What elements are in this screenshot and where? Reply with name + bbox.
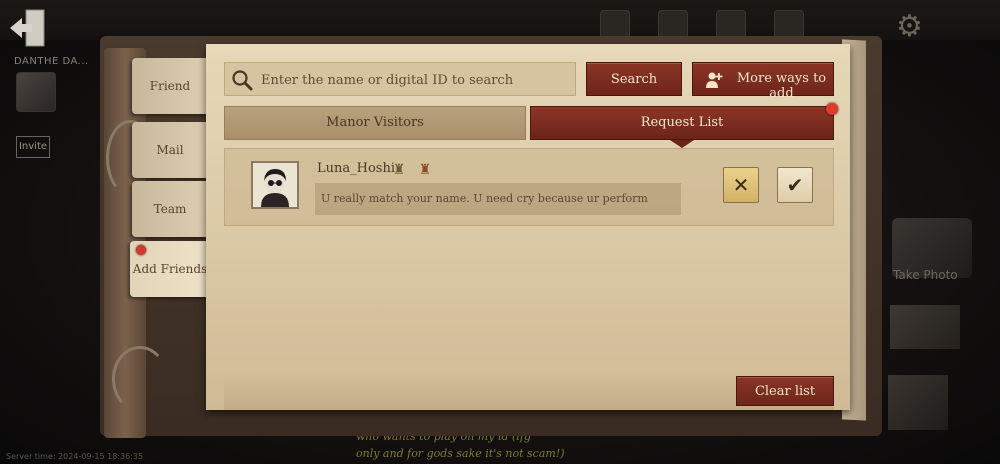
rope-decoration <box>112 346 168 412</box>
friend-request-row: Luna_Hoshi ♜ ♜ U really match your name.… <box>224 148 834 226</box>
side-tab-add-friends[interactable]: Add Friends <box>130 241 210 297</box>
reject-button[interactable]: ✕ <box>723 167 759 203</box>
avatar-portrait <box>253 163 297 207</box>
add-user-icon <box>706 72 723 88</box>
add-friends-panel: Search More ways to add Manor Visitors R… <box>206 44 850 410</box>
rank-badge-icon: ♜ <box>392 162 406 178</box>
more-ways-label: More ways to add <box>736 71 827 101</box>
search-button[interactable]: Search <box>586 62 682 96</box>
search-field[interactable] <box>224 62 576 97</box>
side-tab-label: Add Friends <box>132 262 208 276</box>
notification-dot <box>826 103 838 115</box>
search-input[interactable] <box>259 63 573 97</box>
search-icon <box>232 70 253 91</box>
side-tab-label: Friend <box>149 79 191 93</box>
exit-door-icon[interactable] <box>8 8 48 50</box>
friend-name: Luna_Hoshi <box>317 161 395 176</box>
book-prop[interactable] <box>890 305 960 349</box>
accept-button[interactable]: ✔ <box>777 167 813 203</box>
tab-label: Request List <box>640 115 724 130</box>
take-photo-label[interactable]: Take Photo <box>893 268 958 282</box>
side-tab-friend[interactable]: Friend <box>132 58 208 114</box>
side-tab-label: Team <box>153 202 187 216</box>
more-ways-to-add-button[interactable]: More ways to add <box>692 62 834 101</box>
invite-button[interactable]: Invite <box>16 136 50 158</box>
avatar[interactable] <box>251 161 299 209</box>
rank-badge-icon: ♜ <box>418 162 432 178</box>
notification-dot <box>136 245 146 255</box>
frame-prop[interactable] <box>888 375 948 430</box>
player-name: DANTHE DA... <box>14 56 89 67</box>
request-message: U really match your name. U need cry bec… <box>315 183 681 215</box>
side-tab-team[interactable]: Team <box>132 181 208 237</box>
tab-request-list[interactable]: Request List <box>530 103 838 140</box>
top-bar-background <box>0 0 1000 40</box>
active-tab-pointer <box>670 140 694 148</box>
server-time: Server time: 2024-09-15 18:36:35 <box>6 452 144 461</box>
clear-list-button[interactable]: Clear list <box>736 376 834 406</box>
tab-manor-visitors[interactable]: Manor Visitors <box>224 106 526 140</box>
chat-line: only and for gods sake it's not scam!) <box>356 447 565 460</box>
player-avatar[interactable] <box>16 72 56 112</box>
gear-icon[interactable]: ⚙ <box>896 12 923 42</box>
side-tab-label: Mail <box>156 143 184 157</box>
side-tab-mail[interactable]: Mail <box>132 122 208 178</box>
